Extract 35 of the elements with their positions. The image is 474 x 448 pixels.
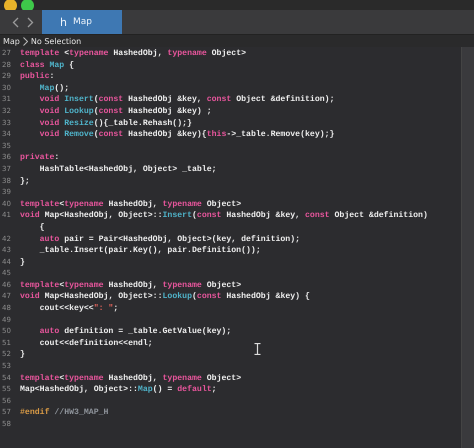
code-line: } xyxy=(20,349,25,362)
code-line: auto pair = Pair<HashedObj, Object>(key, definition); xyxy=(40,234,300,246)
code-line: _table.Insert(pair.Key(), pair.Definition()); xyxy=(40,245,261,257)
code-line: public: xyxy=(20,71,54,83)
code-line: void Insert(const HashedObj &key, const Object &definition); xyxy=(40,94,334,106)
code-line: }; xyxy=(20,176,30,188)
code-line: void Map<HashedObj, Object>::Lookup(const HashedObj &key) { xyxy=(20,291,310,304)
code-line: template<typename HashedObj, typename Object> xyxy=(20,372,242,384)
editor-tab[interactable]: h Map xyxy=(42,10,122,34)
chevron-right-icon xyxy=(27,16,34,28)
code-line: cout<<key<<": "; xyxy=(40,303,118,315)
code-line: HashTable<HashedObj, Object> _table; xyxy=(40,164,217,176)
code-line: } xyxy=(20,256,25,268)
code-line: void Lookup(const HashedObj &key) ; xyxy=(40,106,212,118)
code-line: private: xyxy=(20,152,60,164)
code-line: cout<<definition<<endl; xyxy=(40,338,153,350)
code-line: template <typename HashedObj, typename Object> xyxy=(20,48,246,60)
code-line: void Remove(const HashedObj &key){this->_table.Remove(key);} xyxy=(40,129,334,141)
zoom-button[interactable] xyxy=(21,0,34,10)
code-line: class Map { xyxy=(20,60,74,72)
minimize-button[interactable] xyxy=(4,0,17,10)
code-line: template<typename HashedObj, typename Object> xyxy=(20,198,242,210)
code-line: void Map<HashedObj, Object>::Insert(const HashedObj &key, const Object &definition) xyxy=(20,210,428,222)
code-line: { xyxy=(40,222,45,234)
code-line: auto definition = _table.GetValue(key); xyxy=(40,326,232,338)
code-line: Map(); xyxy=(40,82,70,94)
code-line: #endif //HW3_MAP_H xyxy=(20,407,108,419)
breadcrumb-item[interactable]: Map xyxy=(3,36,20,46)
chevron-left-icon xyxy=(12,16,19,28)
breadcrumb-item[interactable]: No Selection xyxy=(30,36,82,46)
chevron-right-icon xyxy=(22,36,28,46)
code-line: template<typename HashedObj, typename Object> xyxy=(20,280,242,292)
text-cursor-icon xyxy=(254,343,261,355)
code-line: void Resize(){_table.Rehash();} xyxy=(40,118,192,130)
code-line: Map<HashedObj, Object>::Map() = default; xyxy=(20,384,217,396)
